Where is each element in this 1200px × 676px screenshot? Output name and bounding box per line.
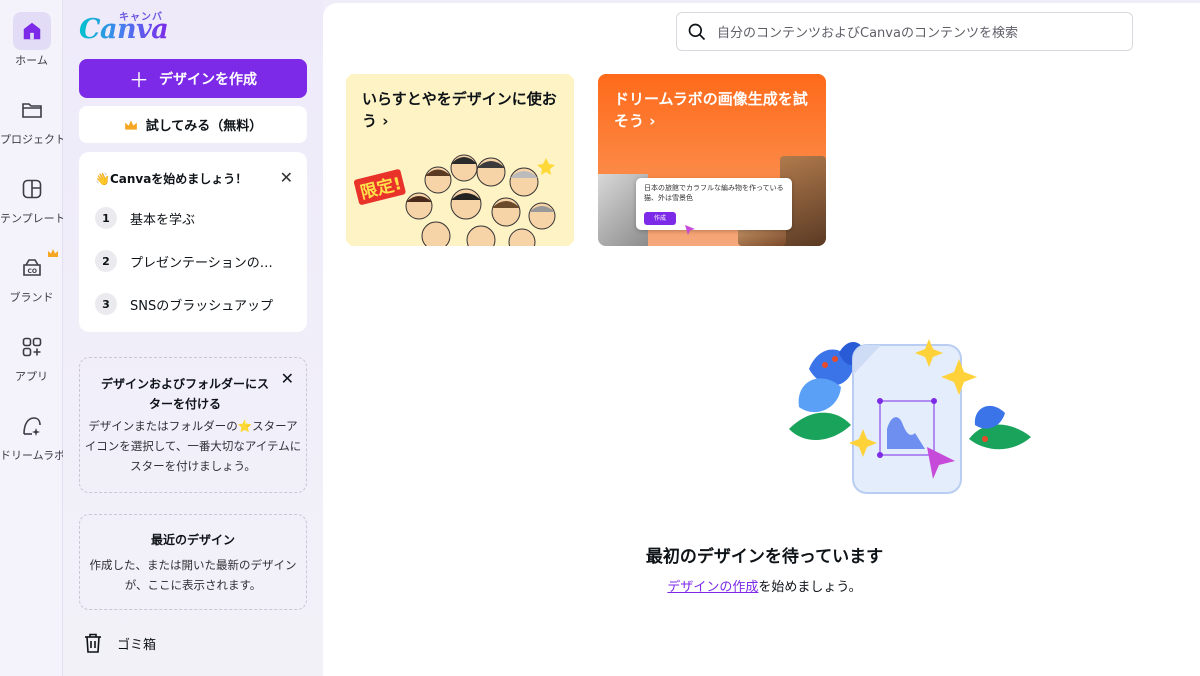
create-design-link[interactable]: デザインの作成: [667, 580, 758, 595]
dream-lab-create-chip: 作成: [644, 212, 676, 225]
step-number: 3: [95, 293, 117, 315]
recent-designs-card: 最近のデザイン 作成した、または開いた最新のデザインが、ここに表示されます。: [79, 514, 307, 610]
create-design-button[interactable]: ＋ デザインを作成: [79, 59, 307, 98]
close-icon[interactable]: ✕: [281, 369, 294, 388]
rail-label: ドリームラボ: [0, 449, 63, 462]
promo-card-irasutoya[interactable]: いらすとやをデザインに使おう › 限定!: [346, 74, 574, 246]
rail-item-projects[interactable]: プロジェクト: [0, 91, 63, 147]
rail-label: アプリ: [15, 370, 48, 383]
step-number: 1: [95, 207, 117, 229]
empty-state-title: 最初のデザインを待っています: [645, 547, 884, 567]
promo-title: いらすとやをデザインに使おう ›: [362, 90, 557, 130]
dream-lab-prompt-card: 日本の旅館でカラフルな編み物を作っている猫、外は雪景色 作成: [636, 178, 792, 230]
getting-started-title: 👋Canvaを始めましょう！: [95, 172, 248, 186]
create-design-label: デザインを作成: [159, 71, 257, 88]
recent-designs-body: 作成した、または開いた最新のデザインが、ここに表示されます。: [89, 558, 297, 592]
step-label: 基本を学ぶ: [130, 212, 196, 228]
promo-title: ドリームラボの画像生成を試そう ›: [614, 90, 808, 130]
rail-label: テンプレート: [0, 212, 63, 225]
crown-icon: [47, 243, 59, 262]
rail-label: ブランド: [9, 291, 54, 304]
close-icon[interactable]: ✕: [280, 168, 293, 187]
star-tip-card: デザインおよびフォルダーにスターを付ける ✕ デザインまたはフォルダーの⭐スター…: [79, 357, 307, 493]
illustration-people-image: 限定!: [353, 154, 556, 246]
step-label: プレゼンテーションの…: [130, 255, 273, 271]
search-placeholder: 自分のコンテンツおよびCanvaのコンテンツを検索: [717, 26, 1018, 41]
main-content: 自分のコンテンツおよびCanvaのコンテンツを検索 いらすとやをデザインに使おう…: [323, 3, 1200, 676]
step-label: SNSのブラッシュアップ: [130, 298, 273, 314]
rail-label: ホーム: [15, 54, 48, 67]
rail-item-home[interactable]: ホーム: [0, 12, 63, 68]
crown-icon: [124, 119, 137, 130]
trash-label: ゴミ箱: [117, 637, 157, 653]
star-tip-title: デザインおよびフォルダーにスターを付ける: [100, 377, 269, 411]
nav-rail: ホーム プロジェクト テンプレート CO ブランド アプリ ドリームラボ: [0, 0, 63, 676]
step-sns[interactable]: 3 SNSのブラッシュアップ: [95, 293, 295, 315]
empty-state-suffix: を始めましょう。: [758, 580, 862, 595]
step-learn-basics[interactable]: 1 基本を学ぶ: [95, 207, 295, 229]
star-tip-body: デザインまたはフォルダーの⭐スターアイコンを選択して、一番大切なアイテムにスター…: [84, 419, 302, 473]
brand-icon: CO: [13, 249, 58, 287]
apps-icon: [13, 328, 51, 366]
cursor-icon: [685, 225, 695, 235]
search-input[interactable]: 自分のコンテンツおよびCanvaのコンテンツを検索: [676, 12, 1133, 51]
promo-card-dream-lab[interactable]: ドリームラボの画像生成を試そう › 日本の旅館でカラフルな編み物を作っている猫、…: [598, 74, 826, 246]
home-icon: [12, 12, 51, 50]
dream-lab-prompt-text: 日本の旅館でカラフルな編み物を作っている猫、外は雪景色: [644, 184, 784, 202]
rail-item-dream-lab[interactable]: ドリームラボ: [0, 407, 63, 463]
getting-started-card: 👋Canvaを始めましょう！ ✕ 1 基本を学ぶ 2 プレゼンテーションの… 3…: [79, 152, 307, 332]
rail-item-templates[interactable]: テンプレート: [0, 170, 63, 226]
dream-lab-icon: [13, 407, 51, 445]
folder-icon: [13, 91, 51, 129]
trash-icon: [85, 633, 101, 653]
step-number: 2: [95, 250, 117, 272]
empty-state-subtitle: デザインの作成を始めましょう。: [323, 576, 1200, 595]
step-presentation[interactable]: 2 プレゼンテーションの…: [95, 250, 295, 272]
trash-button[interactable]: ゴミ箱: [83, 632, 156, 654]
recent-designs-title: 最近のデザイン: [150, 533, 235, 547]
free-trial-label: 試してみる（無料）: [145, 119, 263, 134]
search-icon: [688, 23, 706, 40]
logo-wordmark: Canva: [79, 14, 169, 45]
free-trial-button[interactable]: 試してみる（無料）: [79, 106, 307, 143]
svg-text:CO: CO: [27, 268, 37, 275]
empty-state-illustration: [789, 339, 1031, 494]
rail-item-apps[interactable]: アプリ: [0, 328, 63, 384]
template-icon: [13, 170, 51, 208]
rail-item-brand[interactable]: CO ブランド: [0, 249, 63, 305]
plus-icon: ＋: [129, 68, 149, 92]
rail-label: プロジェクト: [0, 133, 63, 146]
side-panel: キャンバ Canva ＋ デザインを作成 試してみる（無料） 👋Canvaを始め…: [63, 0, 323, 676]
canva-logo[interactable]: キャンバ Canva: [79, 8, 189, 48]
